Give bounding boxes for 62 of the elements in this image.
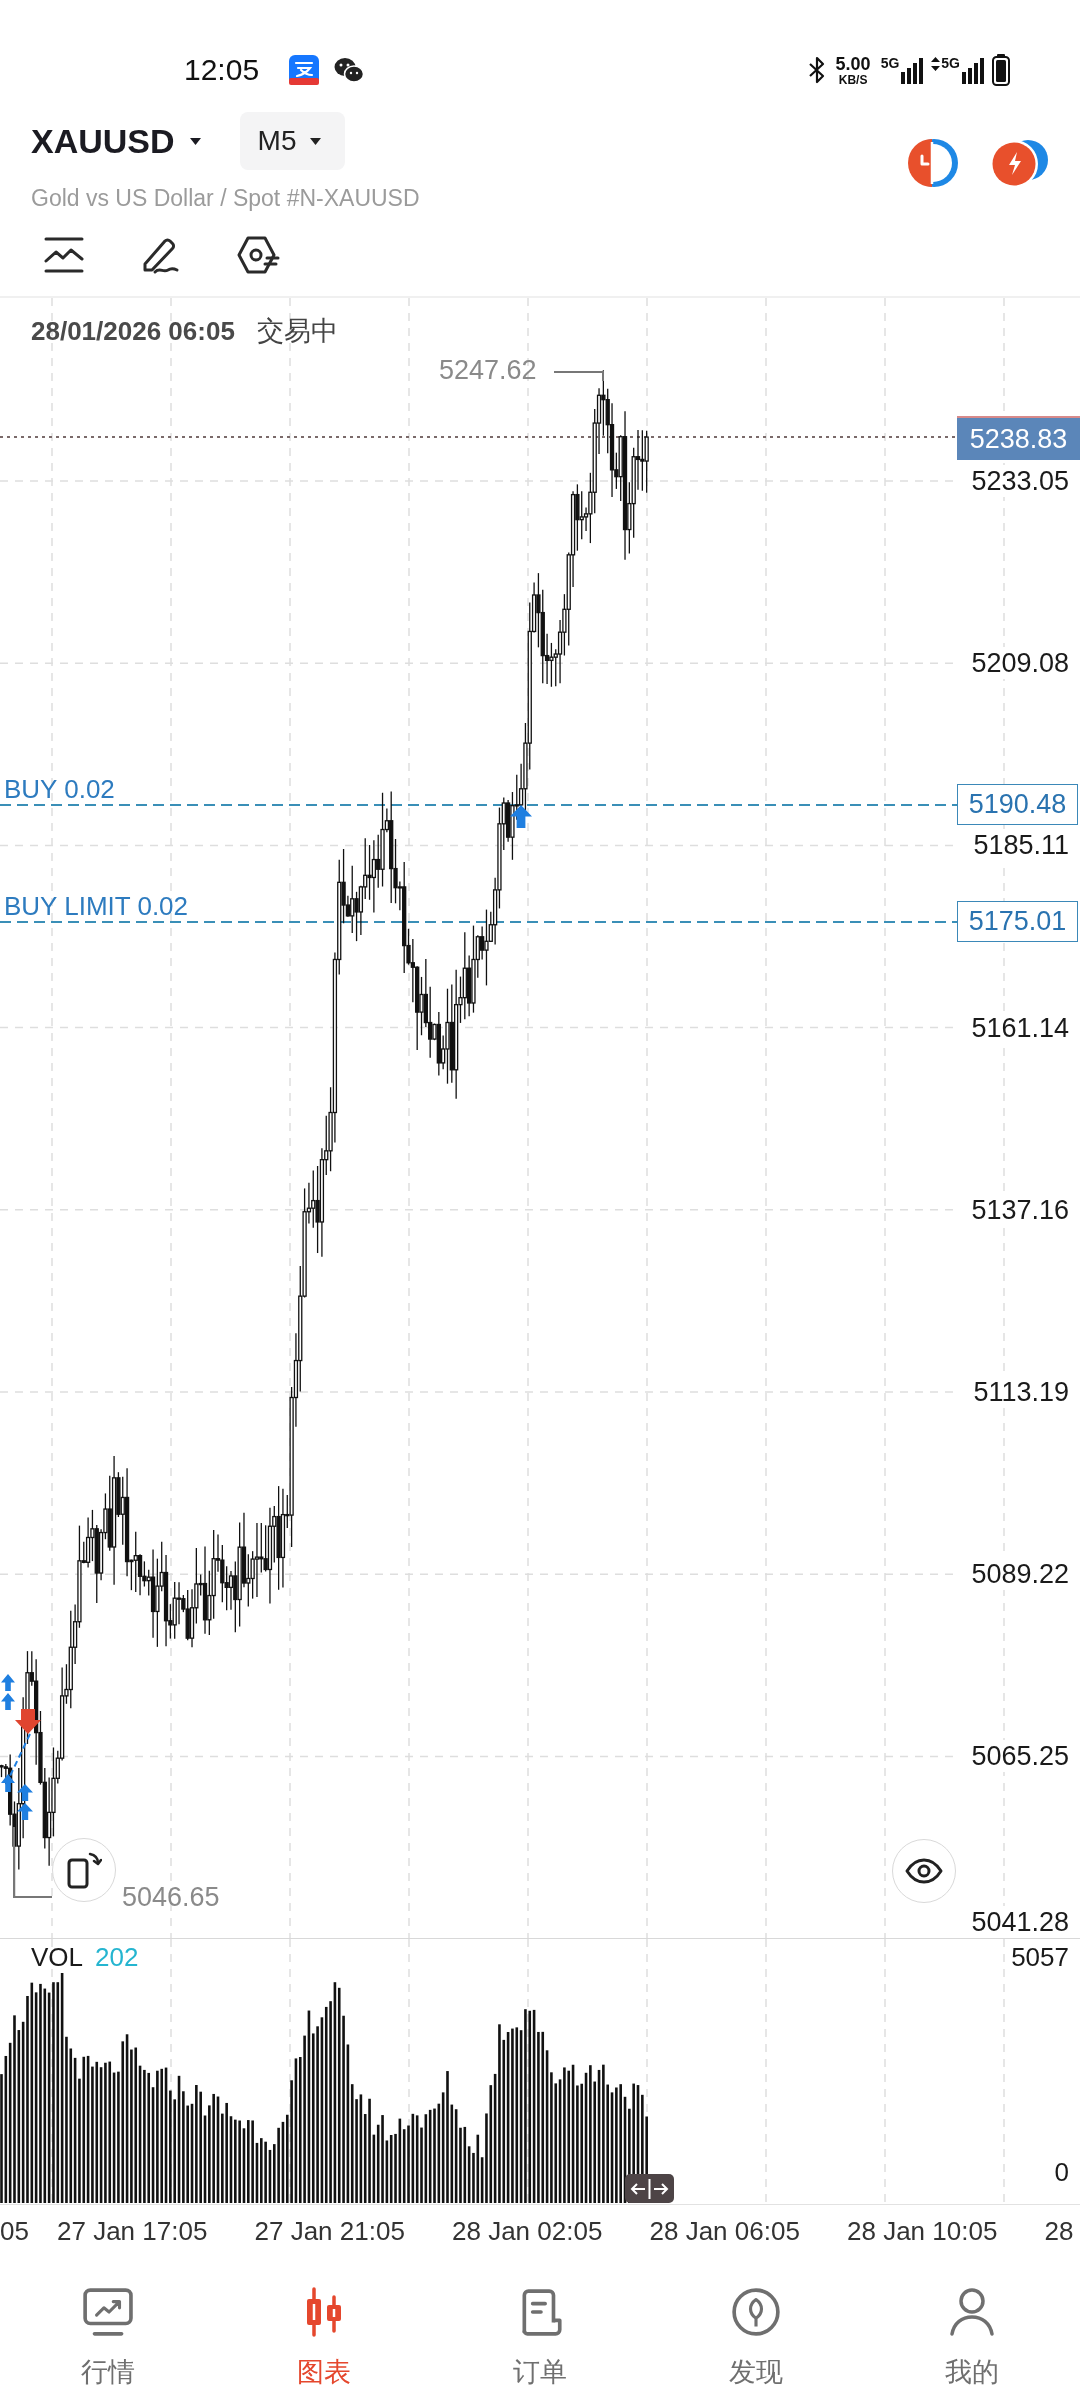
leaf-circle-icon: [731, 2287, 781, 2337]
time-axis-label: 28 Jan 10:05: [847, 2216, 998, 2246]
nav-tab[interactable]: 图表: [216, 2258, 432, 2400]
nav-tab[interactable]: 订单: [432, 2258, 648, 2400]
time-axis-label: 28 Jan 02:05: [452, 2216, 603, 2246]
nav-tab[interactable]: 行情: [0, 2258, 216, 2400]
up-arrow-icon: [17, 1803, 33, 1820]
time-axis-label: 28: [1044, 2216, 1074, 2246]
network-speed: 5.00: [835, 54, 871, 73]
chart-lines-icon[interactable]: [44, 236, 84, 274]
horizontal-arrows-icon[interactable]: [625, 2174, 674, 2203]
battery-icon: [992, 54, 1010, 86]
order-label: BUY 0.02: [4, 773, 115, 805]
signal-icon: [901, 58, 924, 84]
high-price-label: 5247.62: [439, 354, 537, 386]
eye-icon: [905, 1858, 943, 1884]
person-icon: [948, 2287, 996, 2337]
status-time: 12:05: [184, 52, 260, 88]
settings-icon[interactable]: [236, 235, 280, 275]
low-marker-line: [13, 1826, 53, 1898]
symbol-selector[interactable]: XAUUSD: [30, 112, 201, 170]
speed-unit: KB/S: [838, 73, 868, 86]
signal-icon: [962, 58, 984, 84]
caret-icon: [310, 137, 322, 145]
app-tile-icon: [289, 55, 320, 85]
time-axis-label: 28 Jan 06:05: [649, 2216, 800, 2246]
chat-bubbles-icon: [334, 57, 365, 83]
order-price-tag: 5190.48: [957, 784, 1078, 825]
timeframe-selector[interactable]: M5: [239, 112, 346, 170]
volume-axis-label: 5057: [1011, 1941, 1069, 1973]
volume-value: 202: [95, 1941, 139, 1973]
volume-axis-label: 0: [1054, 2156, 1069, 2188]
up-arrow-icon: [510, 805, 532, 828]
high-marker-line: [553, 371, 604, 382]
clock-badge-icon[interactable]: [907, 138, 959, 188]
network-type: 5G: [880, 56, 900, 70]
network-type: 5G: [941, 56, 960, 70]
nav-tab[interactable]: 我的: [864, 2258, 1080, 2400]
nav-tab[interactable]: 发现: [648, 2258, 864, 2400]
low-price-label: 5046.65: [122, 1881, 220, 1913]
monitor-chart-icon: [81, 2287, 135, 2337]
bluetooth-icon: [807, 56, 826, 84]
chart-datetime: 28/01/2026 06:05: [31, 315, 235, 347]
up-arrow-icon: [1, 1693, 15, 1710]
up-arrow-icon: [1, 1774, 15, 1792]
current-price-tag: 5238.83: [957, 416, 1080, 460]
volume-label: VOL: [31, 1941, 84, 1973]
lightning-badge-icon[interactable]: [990, 138, 1048, 188]
market-status: 交易中: [256, 315, 338, 347]
trade-line: [9, 1733, 31, 1777]
time-axis-label: 05: [0, 2216, 29, 2246]
symbol-description: Gold vs US Dollar / Spot #N-XAUUSD: [31, 184, 421, 213]
order-price-tag: 5175.01: [957, 901, 1078, 942]
up-down-arrows-icon: [931, 57, 941, 71]
up-arrow-icon: [17, 1784, 33, 1801]
phone-rotate-icon: [66, 1851, 102, 1889]
order-label: BUY LIMIT 0.02: [4, 890, 189, 922]
time-axis-label: 27 Jan 21:05: [254, 2216, 405, 2246]
down-arrow-icon: [15, 1709, 41, 1734]
up-arrow-icon: [1, 1674, 15, 1691]
caret-icon: [189, 137, 201, 145]
time-axis-label: 27 Jan 17:05: [57, 2216, 208, 2246]
